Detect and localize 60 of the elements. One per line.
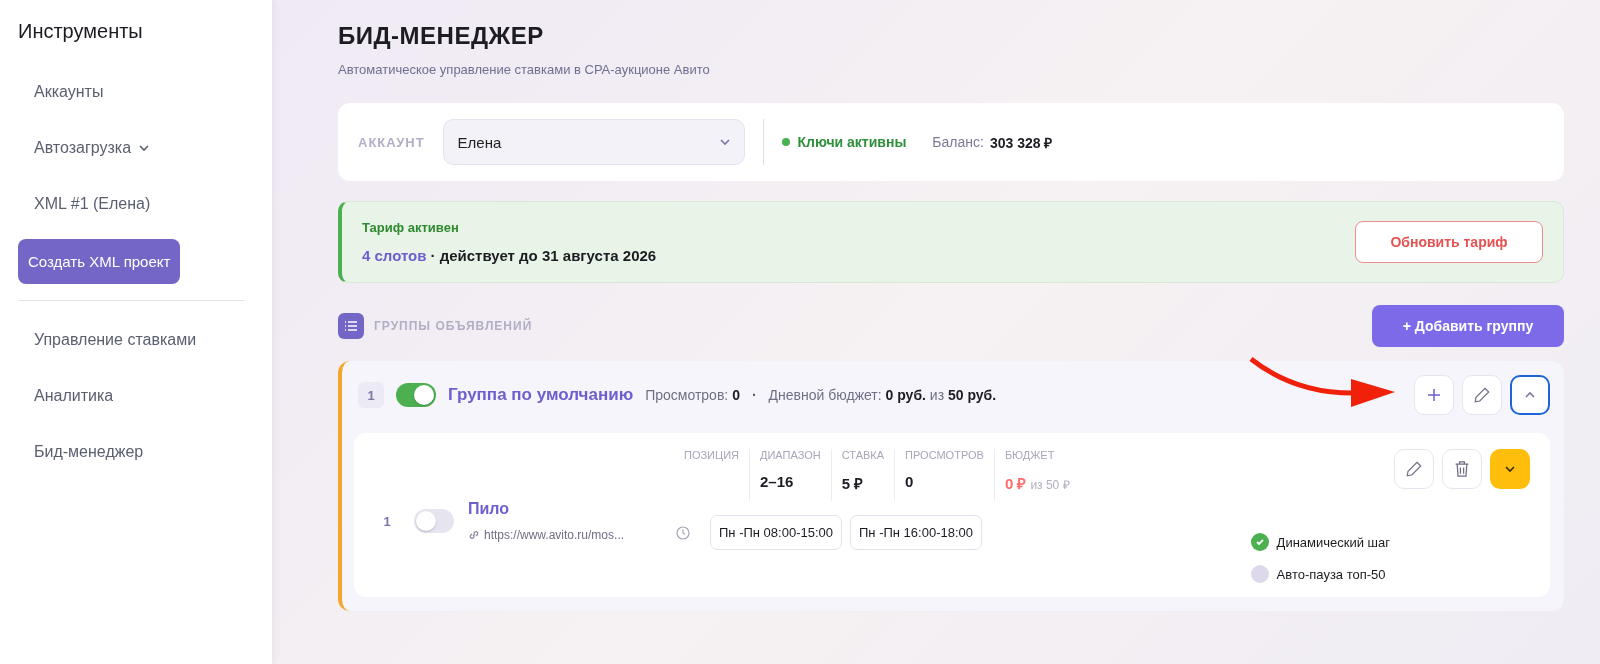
sidebar-link[interactable]: Аналитика (18, 375, 130, 417)
trash-icon (1454, 460, 1470, 478)
expand-button[interactable] (1490, 449, 1530, 489)
keys-status: Ключи активны (781, 134, 907, 150)
sidebar-dropdown-label: Автозагрузка (34, 139, 132, 157)
balance-label: Баланс: (932, 134, 984, 150)
schedule-chip: Пн -Пн 08:00-15:00 (710, 515, 842, 550)
metric-value: 5 ₽ (841, 474, 864, 493)
group-views: Просмотров: 0 (645, 387, 740, 403)
metric-budget: 0 ₽ из 50 ₽ (1004, 474, 1070, 493)
collapse-button[interactable] (1510, 375, 1550, 415)
metric-label: ПРОСМОТРОВ (905, 449, 984, 461)
separator-dot: · (751, 387, 757, 403)
ad-name[interactable]: Пило (468, 500, 510, 518)
schedule-chip: Пн -Пн 16:00-18:00 (850, 515, 982, 550)
ad-index: 1 (382, 512, 392, 531)
metric-value: 2–16 (760, 473, 794, 490)
add-button[interactable] (1414, 375, 1454, 415)
pencil-icon (1473, 386, 1491, 404)
account-label: АККАУНТ (358, 134, 425, 150)
sidebar-title: Инструменты (18, 20, 144, 43)
option-label: Авто-пауза топ-50 (1276, 566, 1386, 582)
link-icon (468, 529, 480, 541)
tariff-validity: · действует до 31 августа 2026 (430, 247, 657, 264)
page-subtitle: Автоматическое управление ставками в CPA-аукционе Авито (338, 62, 710, 77)
group-toggle[interactable] (396, 383, 436, 407)
delete-button[interactable] (1442, 449, 1482, 489)
tariff-slots: 4 слотов (362, 247, 427, 264)
metric-label: БЮДЖЕТ (1004, 449, 1055, 461)
page-title: БИД-МЕНЕДЖЕР (338, 22, 544, 50)
group-name[interactable]: Группа по умолчанию (448, 385, 634, 405)
update-tariff-button[interactable]: Обновить тариф (1355, 221, 1543, 263)
sidebar-link[interactable]: Бид-менеджер (18, 431, 160, 473)
create-project-button[interactable]: Создать XML проект (18, 239, 181, 284)
empty-circle-icon[interactable] (1250, 565, 1269, 583)
metric-label: ДИАПАЗОН (760, 449, 821, 461)
edit-button[interactable] (1394, 449, 1434, 489)
section-title: ГРУППЫ ОБЪЯВЛЕНИЙ (374, 319, 533, 333)
add-group-button[interactable]: + Добавить группу (1372, 305, 1564, 347)
ad-url[interactable]: https://www.avito.ru/mos... (468, 528, 625, 542)
sidebar-link[interactable]: Управление ставками (18, 319, 213, 361)
clock-icon (676, 525, 690, 540)
metric-label: ПОЗИЦИЯ (684, 449, 739, 461)
account-select[interactable]: Елена (442, 119, 745, 165)
ad-toggle[interactable] (414, 509, 454, 533)
tariff-title: Тариф активен (362, 220, 459, 235)
edit-button[interactable] (1462, 375, 1502, 415)
metric-value: 0 (905, 473, 914, 490)
group-index: 1 (358, 382, 384, 408)
sidebar-dropdown[interactable]: Автозагрузка (18, 127, 168, 169)
sidebar-link[interactable]: Аккаунты (18, 71, 120, 113)
list-icon (338, 313, 364, 339)
sidebar-link[interactable]: XML #1 (Елена) (18, 183, 167, 225)
plus-icon (1427, 388, 1441, 402)
group-budget: Дневной бюджет: 0 руб. из 50 руб. (768, 387, 997, 403)
balance-value: 303 328 ₽ (989, 133, 1053, 152)
option-label: Динамический шаг (1276, 534, 1390, 550)
metric-label: СТАВКА (841, 449, 885, 461)
check-circle-icon[interactable] (1250, 533, 1269, 551)
pencil-icon (1405, 460, 1423, 478)
